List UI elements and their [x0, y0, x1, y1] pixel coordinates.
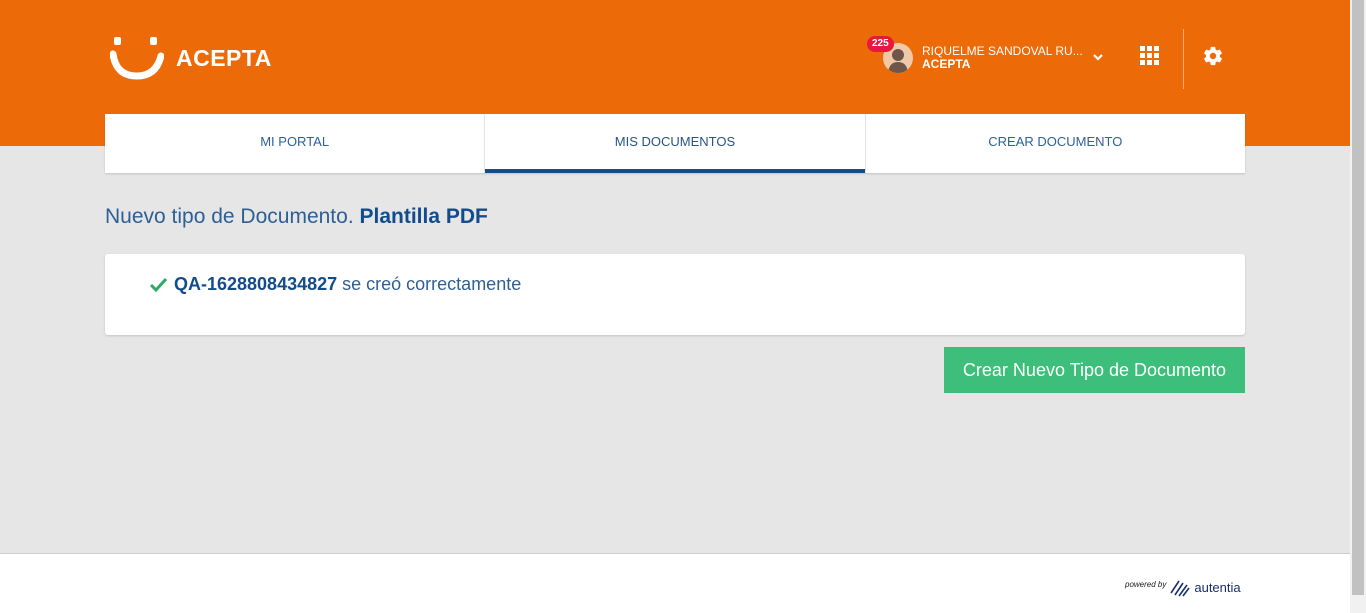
user-org: ACEPTA: [922, 57, 971, 71]
header-divider: [1183, 29, 1184, 89]
page-title-template: Plantilla PDF: [359, 205, 488, 228]
success-message-card: QA-1628808434827 se creó correctamente: [105, 254, 1245, 335]
user-name: RIQUELME SANDOVAL RU...: [922, 44, 1083, 58]
gear-icon[interactable]: [1202, 45, 1224, 72]
scrollbar-thumb[interactable]: [1352, 0, 1364, 595]
chevron-down-icon[interactable]: [1092, 52, 1104, 62]
vendor-name: autentia: [1194, 579, 1241, 595]
tab-crear-documento[interactable]: CREAR DOCUMENTO: [866, 114, 1245, 173]
tab-mi-portal[interactable]: MI PORTAL: [105, 114, 486, 173]
tab-mis-documentos[interactable]: MIS DOCUMENTOS: [485, 114, 866, 173]
powered-by-autentia[interactable]: powered by autentia: [1125, 577, 1241, 597]
acepta-logo[interactable]: ACEPTA: [110, 34, 272, 80]
main-tabs: MI PORTAL MIS DOCUMENTOS CREAR DOCUMENTO: [105, 114, 1245, 173]
autentia-logo-icon: [1170, 580, 1190, 597]
powered-by-label: powered by: [1125, 579, 1167, 589]
user-menu[interactable]: 225 RIQUELME SANDOVAL RU... ACEPTA: [866, 36, 1110, 80]
acepta-smile-icon: [110, 37, 164, 80]
create-new-document-type-button[interactable]: Crear Nuevo Tipo de Documento: [944, 347, 1245, 393]
page-title: Nuevo tipo de Documento. Plantilla PDF: [105, 205, 488, 229]
page-title-prefix: Nuevo tipo de Documento.: [105, 205, 354, 228]
document-type-id: QA-1628808434827: [174, 274, 338, 294]
brand-name: ACEPTA: [176, 44, 272, 71]
success-message: QA-1628808434827 se creó correctamente: [149, 274, 521, 295]
check-icon: [149, 277, 168, 292]
notification-badge[interactable]: 225: [867, 36, 894, 52]
success-text: se creó correctamente: [342, 274, 522, 294]
apps-grid-icon[interactable]: [1140, 46, 1162, 68]
